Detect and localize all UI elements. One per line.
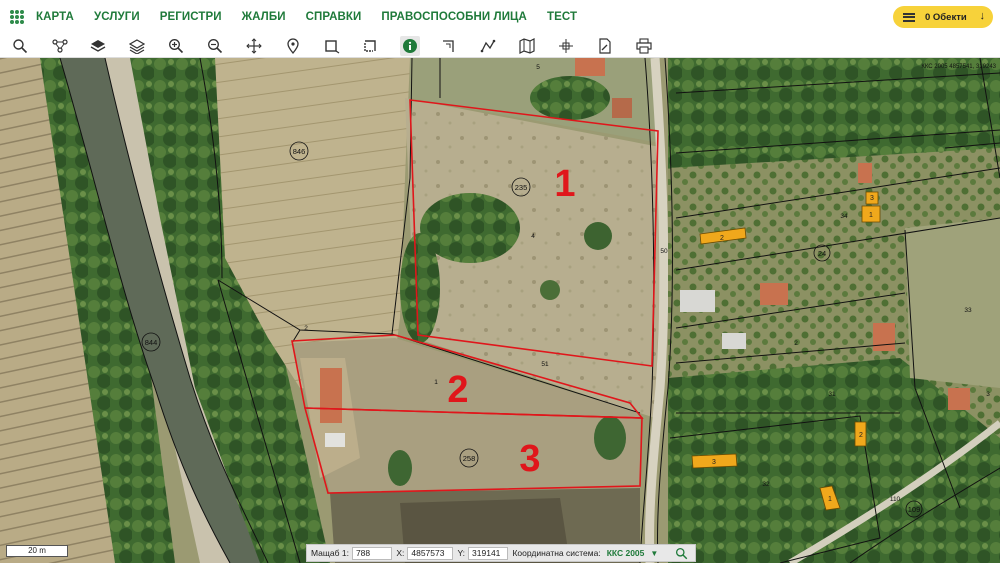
y-coordinate-value: 319141 xyxy=(468,546,509,560)
crs-label: Координатна система: xyxy=(512,548,601,558)
small-number: 51 xyxy=(541,361,549,368)
scale-label: Мащаб 1: xyxy=(311,548,349,558)
top-navigation-bar: КАРТА УСЛУГИ РЕГИСТРИ ЖАЛБИ СПРАВКИ ПРАВ… xyxy=(0,0,1000,34)
building-number: 2 xyxy=(859,432,863,439)
nav-item-services[interactable]: УСЛУГИ xyxy=(94,11,140,23)
search-icon[interactable] xyxy=(10,36,30,56)
pan-icon[interactable] xyxy=(244,36,264,56)
village-field xyxy=(905,218,1000,388)
circled-number: 109 xyxy=(908,505,921,514)
nav-item-registers[interactable]: РЕГИСТРИ xyxy=(160,11,222,23)
x-label: X: xyxy=(396,548,405,558)
rectangle-select-alt-icon[interactable] xyxy=(361,36,381,56)
layers-filled-icon[interactable] xyxy=(88,36,108,56)
edit-document-icon[interactable] xyxy=(595,36,615,56)
info-icon[interactable] xyxy=(400,36,420,56)
parcel-label-3: 3 xyxy=(519,438,540,480)
building-number: 1 xyxy=(869,212,873,219)
map-toolbar xyxy=(0,34,1000,58)
small-number: 2 xyxy=(304,325,308,332)
crs-select[interactable]: ККС 2005 xyxy=(607,548,645,558)
small-number: 1 xyxy=(434,379,438,386)
house-roof xyxy=(575,58,605,76)
house-roof xyxy=(873,323,895,351)
layers-outline-icon[interactable] xyxy=(127,36,147,56)
parcel-label-1: 1 xyxy=(554,163,575,205)
scale-bar-label: 20 m xyxy=(28,546,46,555)
small-number: 4 xyxy=(531,233,535,240)
zoom-out-icon[interactable] xyxy=(205,36,225,56)
small-number: 33 xyxy=(964,307,972,314)
tree xyxy=(584,222,612,250)
tree xyxy=(540,280,560,300)
building-number: 2 xyxy=(720,235,724,242)
chevron-down-icon[interactable]: ▼ xyxy=(650,549,658,558)
zoom-in-icon[interactable] xyxy=(166,36,186,56)
main-menu: КАРТА УСЛУГИ РЕГИСТРИ ЖАЛБИ СПРАВКИ ПРАВ… xyxy=(36,11,597,23)
small-number: 2 xyxy=(794,340,798,347)
small-number: 110 xyxy=(890,496,901,503)
rectangle-select-icon[interactable] xyxy=(322,36,342,56)
coordinate-status-bar: Мащаб 1: 788 X: 4857573 Y: 319141 Коорди… xyxy=(306,544,696,562)
measure-area-icon[interactable] xyxy=(439,36,459,56)
map-canvas[interactable]: 2 3 1 2 3 1 846 844 235 258 24 109 5 2 1 xyxy=(0,58,1000,563)
circled-number: 235 xyxy=(515,183,528,192)
small-number: 3 xyxy=(986,391,990,398)
nav-item-licensed-persons[interactable]: ПРАВОСПОСОБНИ ЛИЦА xyxy=(381,11,527,23)
map-icon[interactable] xyxy=(517,36,537,56)
menu-icon xyxy=(903,12,915,22)
satellite-map[interactable]: 2 3 1 2 3 1 846 844 235 258 24 109 5 2 1 xyxy=(0,58,1000,563)
location-pin-icon[interactable] xyxy=(283,36,303,56)
house-roof xyxy=(858,163,872,183)
small-number: 34 xyxy=(840,213,848,220)
house-roof xyxy=(612,98,632,118)
small-number: 32 xyxy=(762,481,770,488)
arrow-down-icon: ↓ xyxy=(979,10,986,22)
search-coordinates-icon[interactable] xyxy=(668,546,695,560)
building-number: 3 xyxy=(870,195,874,202)
circled-number: 258 xyxy=(463,454,476,463)
y-label: Y: xyxy=(457,548,466,558)
tree-cluster-top xyxy=(530,76,610,120)
shed xyxy=(325,433,345,447)
print-icon[interactable] xyxy=(634,36,654,56)
small-number: 50 xyxy=(660,248,668,255)
tree xyxy=(388,450,412,486)
building-number: 3 xyxy=(712,459,716,466)
house-roof xyxy=(760,283,788,305)
tree-row xyxy=(400,233,440,343)
tree xyxy=(594,416,626,460)
circled-number: 24 xyxy=(818,249,826,258)
house-roof xyxy=(948,388,970,410)
coordinates-icon[interactable] xyxy=(556,36,576,56)
circled-number: 846 xyxy=(293,147,306,156)
measure-line-icon[interactable] xyxy=(478,36,498,56)
nav-item-test[interactable]: ТЕСТ xyxy=(547,11,577,23)
house-roof xyxy=(320,368,342,423)
objects-button[interactable]: 0 Обекти ↓ xyxy=(893,6,993,28)
x-coordinate-value: 4857573 xyxy=(407,546,454,560)
small-number: 5 xyxy=(536,64,540,71)
nav-item-map[interactable]: КАРТА xyxy=(36,11,74,23)
building-number: 1 xyxy=(828,496,832,503)
objects-count-label: 0 Обекти xyxy=(925,11,967,23)
greenhouse xyxy=(680,290,715,312)
apps-grid-icon[interactable] xyxy=(10,10,24,24)
map-corner-coordinates: ККС 2005 4857541, 319243 xyxy=(921,64,996,70)
nav-item-references[interactable]: СПРАВКИ xyxy=(306,11,362,23)
parcel-label-2: 2 xyxy=(447,369,468,411)
nav-item-complaints[interactable]: ЖАЛБИ xyxy=(242,11,286,23)
scale-value-input[interactable]: 788 xyxy=(351,546,393,560)
circled-number: 844 xyxy=(145,338,158,347)
network-icon[interactable] xyxy=(50,36,70,56)
shed xyxy=(722,333,746,349)
small-number: 31 xyxy=(828,391,836,398)
scale-bar: 20 m xyxy=(6,545,68,557)
